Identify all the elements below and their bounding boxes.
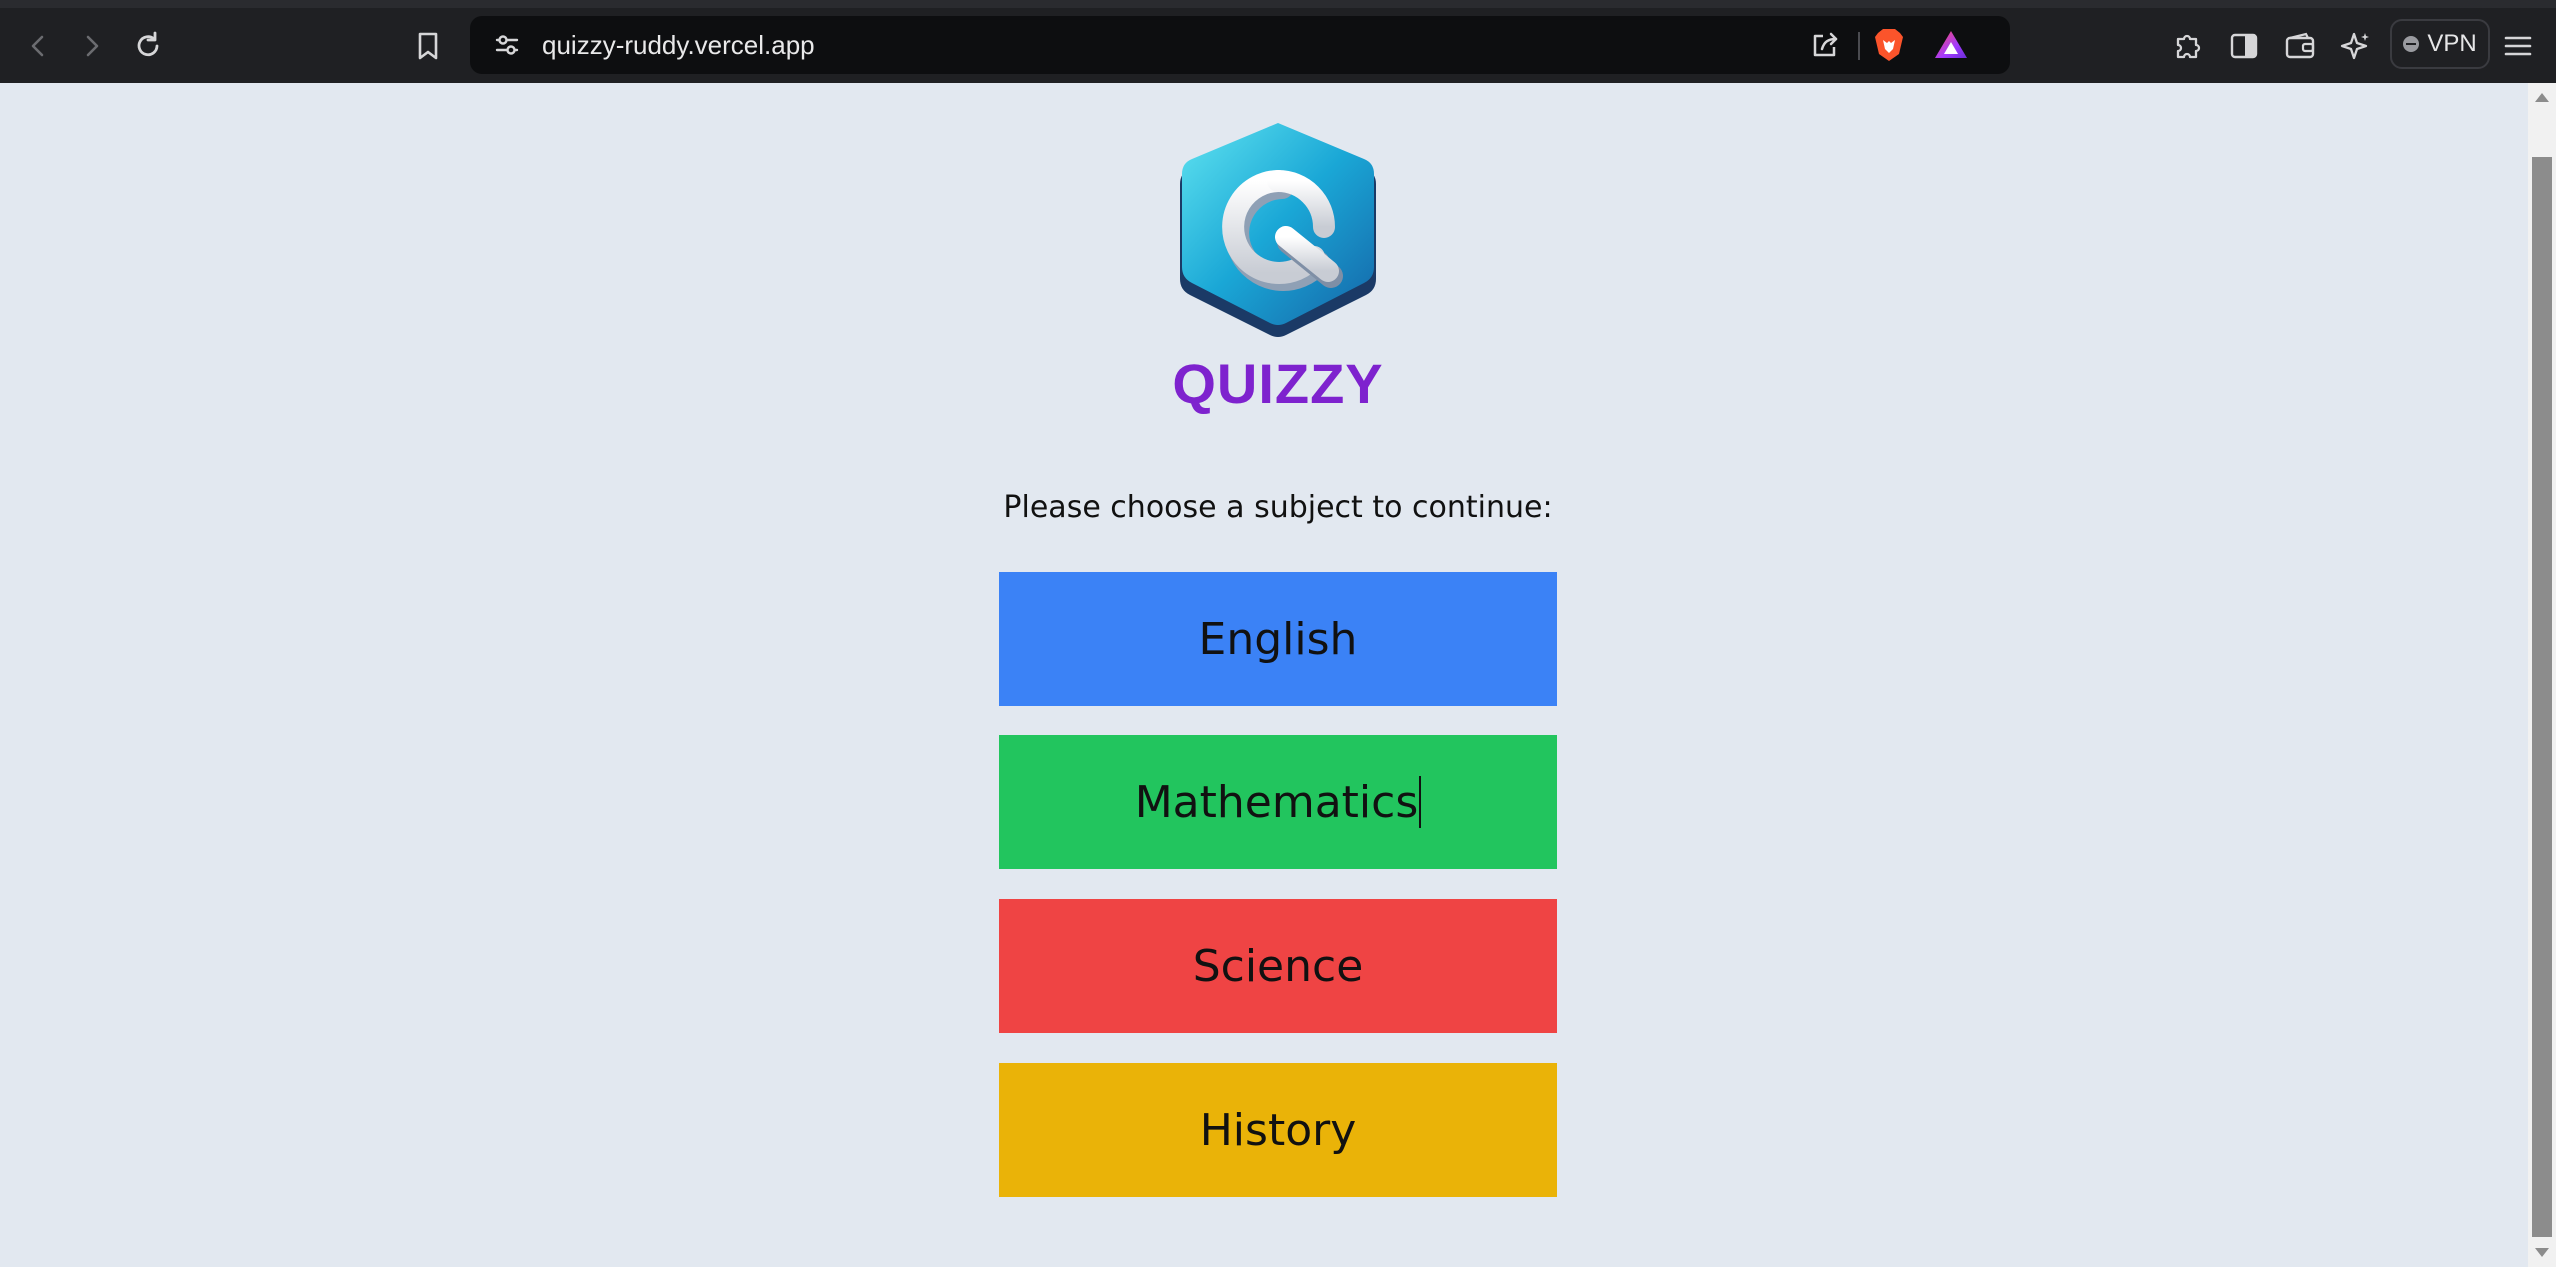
browser-toolbar: quizzy-ruddy.vercel.app VPN xyxy=(0,8,2556,83)
text-caret xyxy=(1419,776,1422,828)
url-text[interactable]: quizzy-ruddy.vercel.app xyxy=(542,16,815,74)
scroll-thumb[interactable] xyxy=(2532,157,2552,1237)
subject-button-mathematics[interactable]: Mathematics xyxy=(999,735,1557,869)
back-arrow-icon[interactable] xyxy=(10,8,66,83)
quizzy-logo-icon xyxy=(1180,123,1376,337)
vertical-scrollbar[interactable] xyxy=(2528,83,2556,1267)
subject-label: History xyxy=(1199,1104,1357,1156)
bookmark-icon[interactable] xyxy=(400,8,456,83)
forward-arrow-icon[interactable] xyxy=(64,8,120,83)
reload-icon[interactable] xyxy=(120,8,176,83)
sparkle-icon[interactable] xyxy=(2328,8,2384,83)
hamburger-menu-icon[interactable] xyxy=(2490,8,2546,83)
address-bar[interactable]: quizzy-ruddy.vercel.app xyxy=(470,16,2010,74)
subject-button-history[interactable]: History xyxy=(999,1063,1557,1197)
vpn-label: VPN xyxy=(2427,30,2477,57)
brand-title: QUIZZY xyxy=(1172,352,1384,415)
site-settings-icon[interactable] xyxy=(478,16,536,74)
subject-prompt: Please choose a subject to continue: xyxy=(1003,490,1553,525)
scroll-down-icon[interactable] xyxy=(2535,1248,2549,1257)
vpn-status-icon xyxy=(2403,36,2420,52)
scroll-up-icon[interactable] xyxy=(2535,93,2549,102)
share-icon[interactable] xyxy=(1796,16,1854,74)
vpn-button[interactable]: VPN xyxy=(2390,19,2490,69)
subject-button-science[interactable]: Science xyxy=(999,899,1557,1033)
window-top-strip xyxy=(0,0,2556,8)
subject-label: Science xyxy=(1192,940,1364,992)
subject-button-english[interactable]: English xyxy=(999,572,1557,706)
subject-label: Mathematics xyxy=(1134,776,1419,828)
sidebar-icon[interactable] xyxy=(2216,8,2272,83)
brave-lion-icon[interactable] xyxy=(1860,16,1918,74)
subject-label: English xyxy=(1198,613,1358,665)
puzzle-icon[interactable] xyxy=(2160,8,2216,83)
wallet-icon[interactable] xyxy=(2272,8,2328,83)
brave-rewards-icon[interactable] xyxy=(1922,16,1980,74)
quiz-home-page: QUIZZY Please choose a subject to contin… xyxy=(0,83,2528,1267)
